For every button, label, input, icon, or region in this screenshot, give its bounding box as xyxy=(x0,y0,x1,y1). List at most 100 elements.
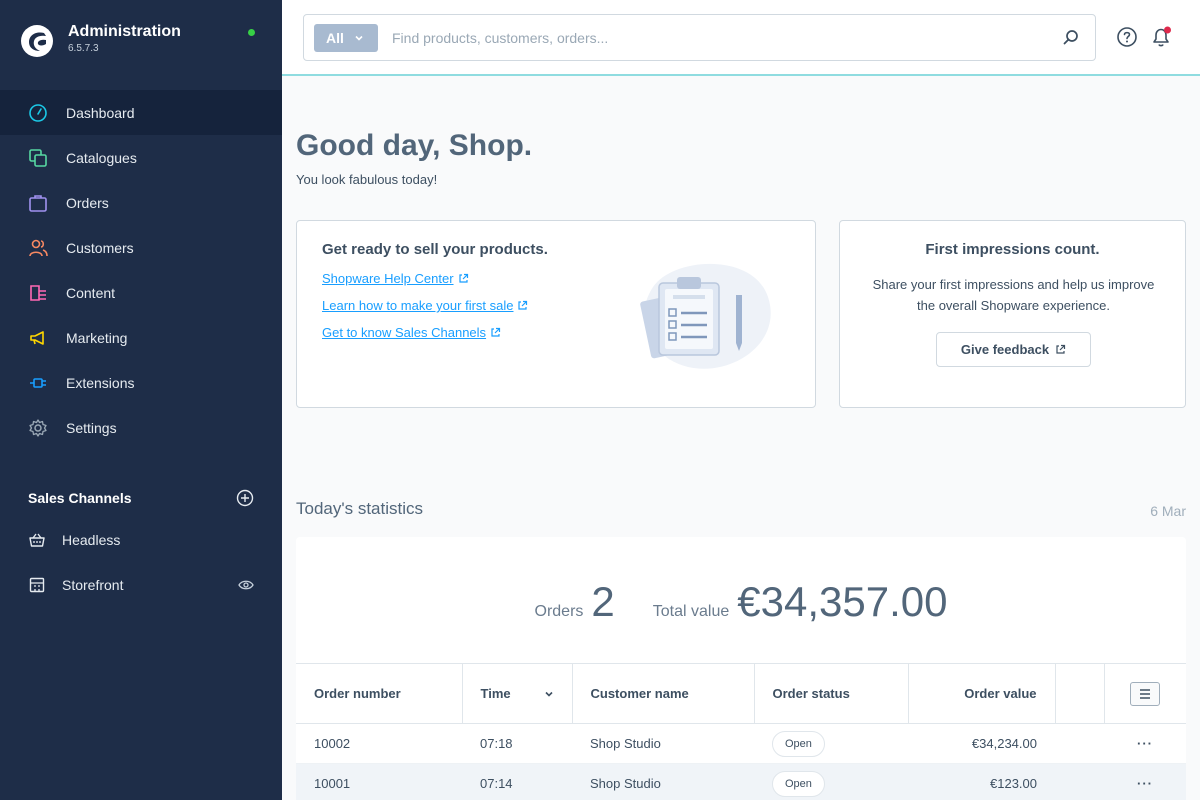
search-input[interactable] xyxy=(392,26,1032,50)
sidebar-item-orders[interactable]: Orders xyxy=(0,180,282,225)
gauge-icon xyxy=(28,103,48,123)
sales-channels-link[interactable]: Get to know Sales Channels xyxy=(322,325,501,340)
sales-channels-title: Sales Channels xyxy=(28,490,132,506)
megaphone-icon xyxy=(28,328,48,348)
kpi-row: Orders 2 Total value €34,357.00 xyxy=(296,578,1186,626)
getting-started-card: Get ready to sell your products. Shopwar… xyxy=(296,220,816,408)
cell-time: 07:18 xyxy=(462,723,572,764)
help-icon[interactable] xyxy=(1116,26,1138,48)
cell-spacer xyxy=(1055,763,1104,800)
status-badge: Open xyxy=(772,770,825,797)
first-sale-link[interactable]: Learn how to make your first sale xyxy=(322,298,528,313)
sidebar-item-label: Orders xyxy=(66,194,109,211)
notification-bell-icon[interactable] xyxy=(1149,25,1173,49)
table-header-row: Order number Time Customer name Order st… xyxy=(296,663,1186,724)
table-row[interactable]: 10001 07:14 Shop Studio Open €123.00 ··· xyxy=(296,763,1186,800)
chevron-down-icon xyxy=(355,35,363,41)
content-icon xyxy=(28,283,48,303)
row-actions-button[interactable]: ··· xyxy=(1137,776,1153,791)
button-label: Give feedback xyxy=(960,342,1050,357)
search-icon[interactable] xyxy=(1061,28,1081,48)
cell-status: Open xyxy=(754,763,908,800)
gear-icon xyxy=(28,418,48,438)
sidebar-item-customers[interactable]: Customers xyxy=(0,225,282,270)
add-sales-channel-icon[interactable] xyxy=(236,489,254,507)
column-header-spacer xyxy=(1055,663,1105,724)
cell-actions: ··· xyxy=(1104,723,1186,764)
external-link-icon xyxy=(491,327,501,337)
column-header-order-status[interactable]: Order status xyxy=(754,663,909,724)
eye-icon[interactable] xyxy=(238,577,254,593)
sidebar-item-extensions[interactable]: Extensions xyxy=(0,360,282,405)
sidebar-item-marketing[interactable]: Marketing xyxy=(0,315,282,360)
cell-status: Open xyxy=(754,723,908,764)
card-text: Share your first impressions and help us… xyxy=(872,277,1155,313)
feedback-card: First impressions count. Share your firs… xyxy=(839,220,1186,408)
column-header-label: Time xyxy=(480,686,511,701)
main-navigation: Dashboard Catalogues Orders Customers Co… xyxy=(0,90,282,450)
statistics-card: Orders 2 Total value €34,357.00 Order nu… xyxy=(296,537,1186,800)
bag-icon xyxy=(28,193,48,213)
orders-count: 2 xyxy=(591,578,615,625)
column-header-time[interactable]: Time xyxy=(462,663,573,724)
external-link-icon xyxy=(518,300,528,310)
column-header-order-value[interactable]: Order value xyxy=(908,663,1056,724)
sales-channel-headless[interactable]: Headless xyxy=(28,528,254,552)
cell-customer: Shop Studio xyxy=(572,723,754,764)
sidebar-item-label: Content xyxy=(66,284,116,301)
app-version: 6.5.7.3 xyxy=(68,43,99,54)
table-row[interactable]: 10002 07:18 Shop Studio Open €34,234.00 … xyxy=(296,723,1186,764)
sidebar-item-label: Customers xyxy=(66,239,134,256)
sidebar-item-label: Extensions xyxy=(66,374,135,391)
users-icon xyxy=(28,238,48,258)
card-title: Get ready to sell your products. xyxy=(322,241,548,258)
column-settings-button[interactable] xyxy=(1130,681,1161,706)
row-actions-button[interactable]: ··· xyxy=(1137,736,1153,751)
basket-icon xyxy=(28,531,46,549)
give-feedback-button[interactable]: Give feedback xyxy=(936,332,1091,367)
storefront-icon xyxy=(28,576,46,594)
orders-label: Orders xyxy=(534,603,584,620)
sales-channel-label: Storefront xyxy=(62,577,124,593)
statistics-date: 6 Mar xyxy=(1150,503,1186,519)
orders-table: Order number Time Customer name Order st… xyxy=(296,663,1186,800)
brand-header[interactable]: Administration 6.5.7.3 xyxy=(0,0,282,88)
link-label: Get to know Sales Channels xyxy=(322,325,487,340)
cell-order-number[interactable]: 10001 xyxy=(296,763,462,800)
status-indicator xyxy=(248,29,255,36)
page-subgreeting: You look fabulous today! xyxy=(296,172,438,187)
statistics-title: Today's statistics xyxy=(296,499,424,518)
sidebar-item-label: Marketing xyxy=(66,329,128,346)
cell-customer: Shop Studio xyxy=(572,763,754,800)
cell-actions: ··· xyxy=(1104,763,1186,800)
link-label: Shopware Help Center xyxy=(322,271,454,286)
column-header-order-number[interactable]: Order number xyxy=(296,663,463,724)
global-search: All xyxy=(303,14,1096,61)
external-link-icon xyxy=(1056,344,1066,354)
search-type-label: All xyxy=(326,30,344,46)
search-type-select[interactable]: All xyxy=(314,24,378,52)
column-settings-header xyxy=(1104,663,1186,724)
page-greeting: Good day, Shop. xyxy=(296,129,533,162)
top-bar: All xyxy=(282,0,1200,76)
cell-time: 07:14 xyxy=(462,763,572,800)
sidebar-item-catalogues[interactable]: Catalogues xyxy=(0,135,282,180)
sidebar-item-label: Catalogues xyxy=(66,149,137,166)
cell-order-value: €34,234.00 xyxy=(908,723,1055,764)
clipboard-illustration xyxy=(640,263,771,369)
chevron-down-icon xyxy=(544,691,553,697)
help-center-link[interactable]: Shopware Help Center xyxy=(322,271,469,286)
sidebar-item-label: Dashboard xyxy=(66,104,135,121)
sales-channel-storefront[interactable]: Storefront xyxy=(28,573,254,597)
status-badge: Open xyxy=(772,730,825,757)
cell-order-number[interactable]: 10002 xyxy=(296,723,462,764)
sidebar-item-settings[interactable]: Settings xyxy=(0,405,282,450)
plug-icon xyxy=(28,373,48,393)
sidebar-item-content[interactable]: Content xyxy=(0,270,282,315)
sidebar-item-dashboard[interactable]: Dashboard xyxy=(0,90,282,135)
column-header-customer-name[interactable]: Customer name xyxy=(572,663,755,724)
total-value: €34,357.00 xyxy=(737,578,948,625)
sales-channels-header: Sales Channels xyxy=(28,488,254,508)
sidebar-item-label: Settings xyxy=(66,419,117,436)
sales-channel-label: Headless xyxy=(62,532,121,548)
